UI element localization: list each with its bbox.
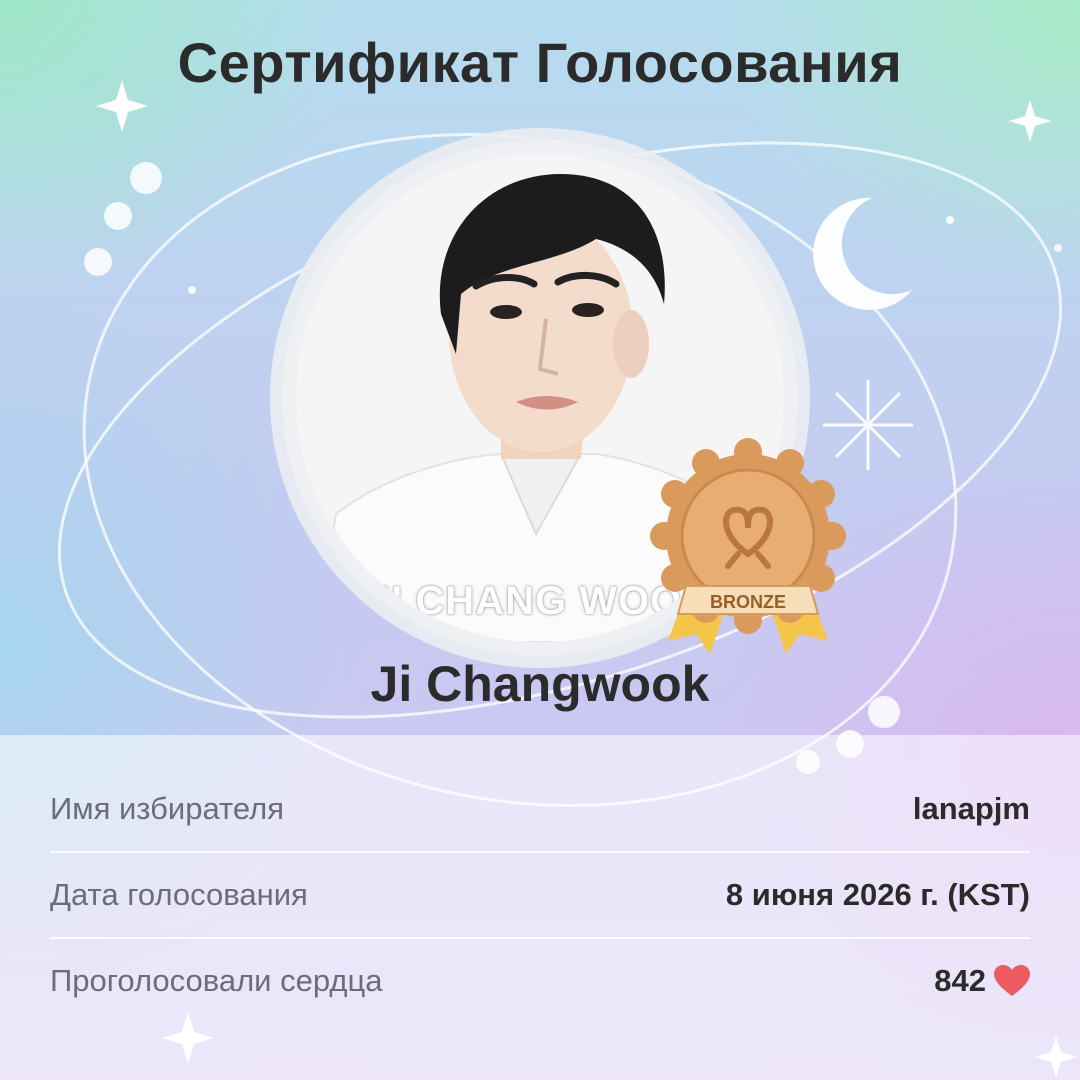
vote-date-row: Дата голосования 8 июня 2026 г. (KST): [50, 852, 1030, 938]
candidate-name: Ji Changwook: [370, 656, 710, 712]
heart-icon: [994, 965, 1030, 996]
voter-name-row: Имя избирателя lanapjm: [50, 766, 1030, 852]
page-title: Сертификат Голосования: [177, 31, 903, 94]
bronze-badge: BRONZE: [650, 438, 846, 654]
hearts-value-group: 842: [934, 963, 1030, 999]
vote-date-value: 8 июня 2026 г. (KST): [725, 877, 1030, 912]
moon-icon: [813, 197, 912, 310]
voter-name-value: lanapjm: [912, 791, 1030, 826]
voter-name-label: Имя избирателя: [50, 791, 284, 826]
hearts-count: 842: [934, 963, 986, 998]
badge-label: BRONZE: [710, 592, 786, 612]
hearts-label: Проголосовали сердца: [50, 963, 383, 998]
hearts-row: Проголосовали сердца 842: [50, 938, 1030, 1024]
sparkle-icon: [1009, 100, 1051, 142]
vote-date-label: Дата голосования: [50, 877, 308, 912]
